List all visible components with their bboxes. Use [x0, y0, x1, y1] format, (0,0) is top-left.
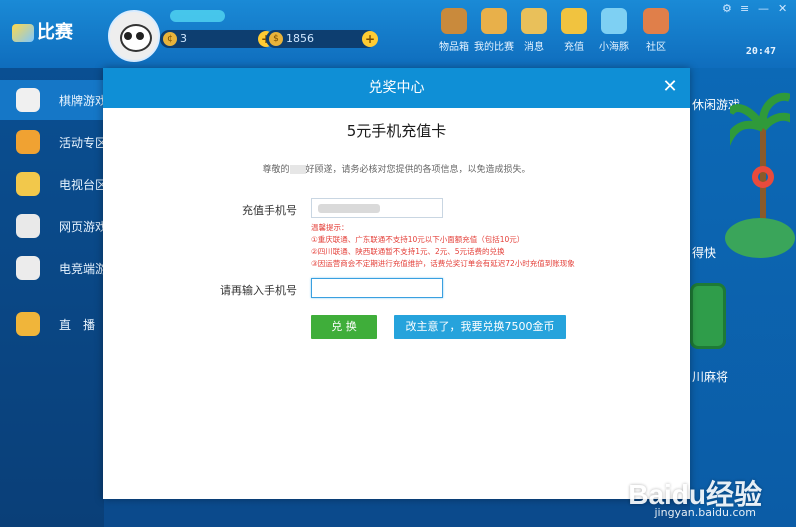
- live-icon: [16, 312, 40, 336]
- gold-balance: $ 1856 +: [266, 30, 378, 48]
- shield-icon: [16, 214, 40, 238]
- sidebar-item-tv[interactable]: 电视台区: [0, 164, 107, 204]
- coin-balance: ¢ 3 +: [160, 30, 274, 48]
- gamepad-icon: [16, 256, 40, 280]
- tip-item: ②四川联通、陕西联通暂不支持1元、2元、5元话费的兑换: [311, 247, 505, 256]
- dialog-header: 兑奖中心 ✕: [103, 68, 690, 108]
- community-icon: [643, 8, 669, 34]
- sidebar-item-web-games[interactable]: 网页游戏: [0, 206, 107, 246]
- top-bar: 比赛 ¢ 3 + $ 1856 + 物品箱 我的比赛 消息: [0, 0, 796, 68]
- confirm-phone-label: 请再输入手机号: [220, 284, 297, 297]
- app-logo: 比赛: [12, 18, 73, 44]
- phone-input[interactable]: [311, 198, 443, 218]
- sidebar-item-live[interactable]: 直 播: [0, 304, 104, 344]
- panda-eye-icon: [136, 32, 144, 40]
- scene-label-paodekuai: 得快: [692, 246, 717, 260]
- exchange-button[interactable]: 兑 换: [311, 315, 377, 339]
- palm-tree-icon: [730, 92, 790, 238]
- tips-block: 温馨提示： ①重庆联通、广东联通不支持10元以下小面额充值（包括10元） ②四川…: [311, 222, 575, 270]
- mahjong-tile-icon: [690, 283, 726, 349]
- notice-text: 尊敬的 好顾遂，请务必核对您提供的各项信息，以免造成损失。: [262, 165, 531, 175]
- coin-icon: ¢: [163, 32, 177, 46]
- gift-icon: [16, 130, 40, 154]
- phone-redacted: [318, 204, 380, 213]
- nickname-redacted: [170, 10, 225, 22]
- minimize-icon[interactable]: —: [758, 2, 769, 15]
- sidebar-item-events[interactable]: 活动专区: [0, 122, 107, 162]
- coin-icon: [561, 8, 587, 34]
- nav-item-5[interactable]: 社区: [636, 8, 676, 53]
- tip-item: ③因运营商会不定期进行充值维护，话费兑奖订单会有延迟72小时充值到账现象: [311, 259, 575, 268]
- gold-icon: $: [269, 32, 283, 46]
- nav-item-0[interactable]: 物品箱: [434, 8, 474, 53]
- message-icon: [521, 8, 547, 34]
- player-icon: [481, 8, 507, 34]
- clock: 20:47: [745, 46, 776, 57]
- settings-icon[interactable]: ⚙: [722, 2, 732, 15]
- nav-item-1[interactable]: 我的比赛: [474, 8, 514, 53]
- phone-label: 充值手机号: [242, 204, 297, 217]
- dolphin-icon: [601, 8, 627, 34]
- close-icon[interactable]: ✕: [660, 77, 680, 97]
- tv-icon: [16, 172, 40, 196]
- confirm-phone-input[interactable]: [311, 278, 443, 298]
- logo-mark-icon: [12, 24, 34, 43]
- nav-item-3[interactable]: 充值: [554, 8, 594, 53]
- exchange-gold-button[interactable]: 改主意了，我要兑换7500金币: [394, 315, 566, 339]
- menu-icon[interactable]: ≡: [740, 2, 749, 15]
- user-avatar[interactable]: [108, 10, 160, 62]
- swim-ring-icon: [752, 166, 774, 188]
- spade-icon: [16, 88, 40, 112]
- chest-icon: [441, 8, 467, 34]
- tip-item: ①重庆联通、广东联通不支持10元以下小面额充值（包括10元）: [311, 235, 525, 244]
- scene-label-mahjong: 川麻将: [692, 370, 729, 384]
- nav-item-2[interactable]: 消息: [514, 8, 554, 53]
- sidebar-item-esports[interactable]: 电竞端游: [0, 248, 107, 288]
- island-icon: [725, 218, 795, 258]
- panda-eye-icon: [124, 32, 132, 40]
- recharge-gold-button[interactable]: +: [362, 31, 378, 47]
- nav-item-4[interactable]: 小海豚: [594, 8, 634, 53]
- redacted-text: [289, 165, 306, 174]
- sidebar-item-board-games[interactable]: 棋牌游戏: [0, 80, 107, 120]
- redeem-dialog: 兑奖中心 ✕ 5元手机充值卡 尊敬的 好顾遂，请务必核对您提供的各项信息，以免造成…: [103, 68, 690, 499]
- tips-title: 温馨提示：: [311, 223, 349, 232]
- watermark-url: jingyan.baidu.com: [654, 506, 756, 519]
- prize-title: 5元手机充值卡: [346, 122, 447, 140]
- window-close-icon[interactable]: ✕: [778, 2, 787, 15]
- sidebar: 棋牌游戏 活动专区 电视台区 网页游戏 电竞端游 直 播: [0, 68, 107, 527]
- dialog-title: 兑奖中心: [368, 80, 425, 96]
